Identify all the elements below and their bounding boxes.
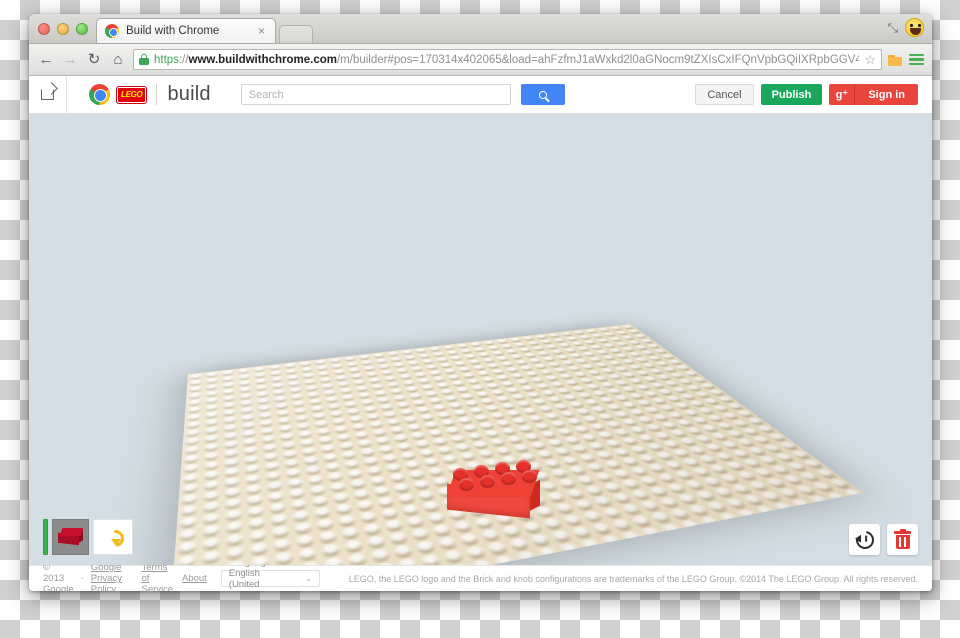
brand: LEGO build — [89, 83, 211, 106]
lego-logo: LEGO — [117, 86, 147, 103]
signin-button[interactable]: Sign in — [855, 84, 918, 105]
about-link[interactable]: About — [182, 573, 207, 584]
url-scheme: https — [154, 53, 179, 66]
address-bar[interactable]: https://www.buildwithchrome.com/m/builde… — [133, 49, 882, 70]
publish-button[interactable]: Publish — [760, 84, 823, 105]
reload-button[interactable]: ↻ — [85, 50, 103, 70]
minimize-window-button[interactable] — [57, 23, 69, 35]
navigation-toolbar: ← → ↻ ⌂ https://www.buildwithchrome.com/… — [29, 44, 932, 76]
home-button[interactable]: ⌂ — [109, 50, 127, 70]
privacy-policy-link[interactable]: Google Privacy Policy — [91, 562, 135, 591]
delete-button[interactable] — [887, 524, 918, 555]
url-text: https://www.buildwithchrome.com/m/builde… — [154, 54, 859, 66]
back-button[interactable]: ← — [37, 50, 55, 70]
brick-tools-left — [43, 519, 133, 555]
brand-divider — [156, 84, 158, 105]
trash-icon — [894, 529, 911, 549]
maximize-window-button[interactable] — [76, 23, 88, 35]
language-select[interactable]: Language: English (United States) ⌄ — [220, 557, 320, 591]
search-icon — [538, 90, 547, 99]
build-canvas[interactable]: LEGO No. 8325950 — [29, 114, 932, 565]
terms-of-service-link[interactable]: Terms of Service — [142, 562, 175, 591]
chrome-logo-icon — [89, 84, 110, 105]
rotate-button[interactable] — [93, 519, 133, 555]
forward-button[interactable]: → — [61, 50, 79, 70]
search-area — [240, 84, 565, 105]
bookmark-star-icon[interactable]: ☆ — [864, 52, 876, 68]
brick-icon — [57, 528, 84, 546]
url-separator: :// — [178, 53, 189, 66]
folder-extension-icon[interactable] — [888, 54, 903, 66]
close-window-button[interactable] — [38, 23, 50, 35]
footer-separator: - — [80, 573, 84, 584]
chrome-logo-icon — [105, 24, 119, 38]
brick-studs — [453, 460, 537, 491]
header-actions: Cancel Publish g⁺ Sign in — [695, 84, 918, 105]
hamburger-menu-icon[interactable] — [909, 53, 924, 66]
chevron-down-icon: ⌄ — [305, 574, 312, 583]
legal-text: LEGO, the LEGO logo and the Brick and kn… — [348, 573, 918, 584]
secure-lock-icon — [139, 54, 149, 65]
google-plus-icon[interactable]: g⁺ — [829, 84, 856, 105]
share-icon[interactable] — [29, 76, 67, 113]
search-button[interactable] — [520, 84, 565, 105]
search-input[interactable] — [240, 84, 511, 105]
fullscreen-icon[interactable]: ⤡ — [888, 20, 898, 36]
url-path: /m/builder#pos=170314x402065&load=ahFzfm… — [336, 53, 859, 66]
browser-tab[interactable]: Build with Chrome × — [96, 18, 276, 43]
canvas-tools-right — [849, 524, 918, 555]
app-title: build — [167, 83, 211, 105]
red-2x4-brick[interactable] — [446, 460, 540, 519]
close-icon[interactable]: × — [254, 25, 269, 37]
page-viewport: LEGO build Cancel Publish g⁺ Sign in — [29, 76, 932, 591]
signin-group[interactable]: g⁺ Sign in — [829, 84, 918, 105]
new-tab-button[interactable] — [279, 25, 313, 43]
lego-baseplate[interactable] — [169, 323, 864, 565]
history-undo-icon — [851, 526, 878, 553]
page-footer: © 2013 Google - Google Privacy Policy Te… — [29, 557, 932, 591]
tab-title: Build with Chrome — [126, 25, 220, 37]
red-brick-swatch[interactable] — [52, 519, 89, 555]
rotate-icon — [106, 529, 121, 546]
tab-strip: Build with Chrome × ⤡ — [29, 14, 932, 44]
window-traffic-lights — [29, 23, 96, 43]
window-controls-right: ⤡ — [888, 18, 924, 37]
history-undo-button[interactable] — [849, 524, 880, 555]
app-header: LEGO build Cancel Publish g⁺ Sign in — [29, 76, 932, 114]
browser-window: Build with Chrome × ⤡ ← → ↻ ⌂ https://ww… — [29, 14, 932, 591]
green-color-bar[interactable] — [43, 519, 48, 555]
smiley-avatar-icon[interactable] — [905, 18, 924, 37]
cancel-button[interactable]: Cancel — [695, 84, 754, 105]
url-host: www.buildwithchrome.com — [188, 53, 337, 66]
copyright-text: © 2013 Google — [43, 562, 74, 591]
